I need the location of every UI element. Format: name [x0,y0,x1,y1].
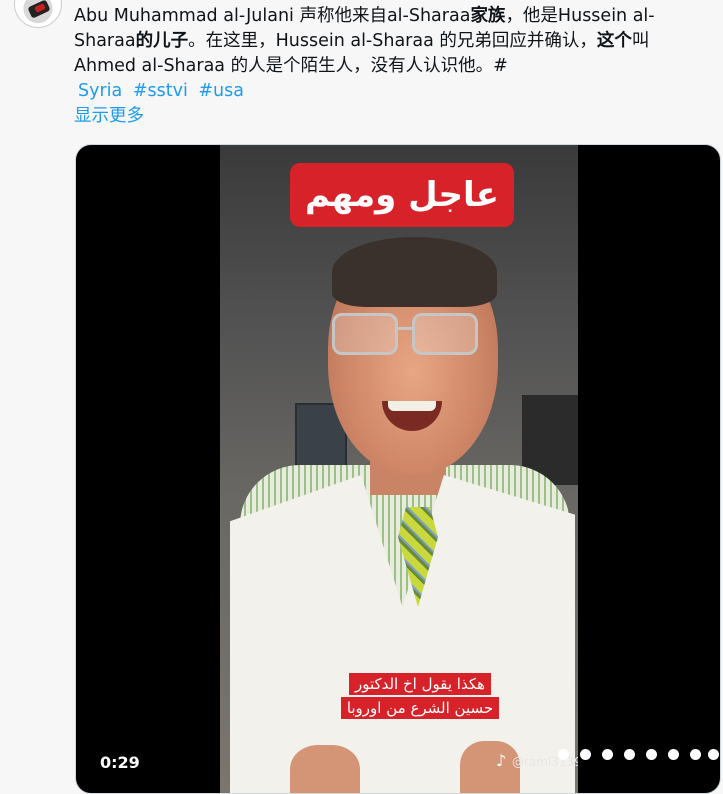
video-duration: 0:29 [92,751,148,774]
hashtag-sstvi[interactable]: #sstvi [133,81,188,101]
tiktok-note-icon: ♪ [496,751,507,770]
hashtag-syria[interactable]: Syria [78,81,122,101]
video-caption: هكذا يقول اخ الدكتور حسين الشرع من اوروب… [340,673,500,725]
hashtag-usa[interactable]: #usa [198,81,244,101]
caption-line-2: حسين الشرع من اوروبا [340,697,500,719]
caption-line-1: هكذا يقول اخ الدكتور [348,673,492,695]
video-frame[interactable]: عاجل ومهم هكذا يقول اخ الدكتور حسين الشر… [220,145,578,793]
hashtag-row: Syria #sstvi #usa [78,79,249,104]
video-player[interactable]: عاجل ومهم هكذا يقول اخ الدكتور حسين الشر… [75,144,721,794]
tweet-text: Abu Muhammad al-Julani 声称他来自al-Sharaa家族，… [74,6,655,76]
speaker-left-hand [290,745,360,793]
loading-dots [546,745,720,763]
show-more-link[interactable]: 显示更多 [74,104,144,129]
author-avatar[interactable] [14,0,62,28]
breaking-news-banner: عاجل ومهم [290,163,514,227]
speaker-glasses [332,313,482,359]
speaker-hair [332,237,497,307]
